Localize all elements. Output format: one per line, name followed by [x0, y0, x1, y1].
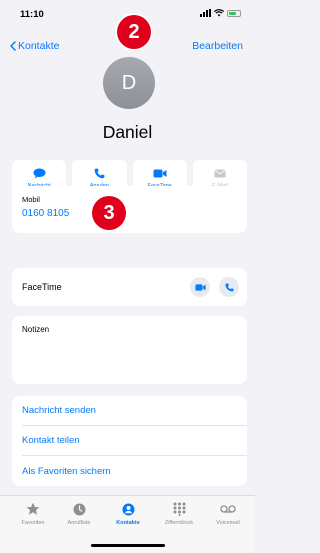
mobile-number[interactable]: 0160 8105: [22, 208, 69, 219]
notes-label: Notizen: [22, 325, 50, 334]
phone-icon: [224, 282, 234, 291]
mobile-number-card[interactable]: Mobil 0160 8105: [12, 186, 247, 233]
status-time: 11:10: [20, 9, 44, 20]
chevron-left-icon: [10, 41, 16, 51]
tab-favorites-label: Favoriten: [21, 520, 45, 526]
tab-voicemail[interactable]: Voicemail: [205, 502, 251, 526]
back-label: Kontakte: [18, 40, 60, 52]
person-icon: [120, 502, 136, 516]
facetime-audio-button[interactable]: [219, 277, 239, 297]
star-icon: [25, 502, 41, 516]
tab-recents[interactable]: Anrufliste: [56, 502, 102, 526]
facetime-video-button[interactable]: [190, 277, 210, 297]
video-icon: [194, 283, 206, 291]
contact-name: Daniel: [102, 122, 153, 142]
contact-links-card: Nachricht senden Kontakt teilen Als Favo…: [12, 396, 247, 486]
tab-contacts-label: Kontakte: [116, 520, 140, 526]
notes-card[interactable]: Notizen: [12, 316, 247, 384]
signal-icon: [200, 9, 211, 17]
facetime-card: FaceTime: [12, 268, 247, 306]
send-message-link[interactable]: Nachricht senden: [22, 396, 247, 426]
video-icon: [153, 167, 167, 179]
mail-icon: [213, 167, 227, 179]
wifi-icon: [214, 9, 224, 17]
tab-keypad[interactable]: Ziffernblock: [156, 502, 202, 526]
back-button[interactable]: Kontakte: [10, 40, 59, 52]
clock-icon: [71, 502, 87, 516]
phone-icon: [92, 167, 106, 179]
home-indicator[interactable]: [91, 544, 165, 547]
avatar: D: [103, 57, 155, 109]
annotation-badge-3: 3: [92, 196, 126, 230]
tab-favorites[interactable]: Favoriten: [10, 502, 56, 526]
voicemail-icon: [220, 502, 236, 516]
add-to-favorites-link[interactable]: Als Favoriten sichern: [22, 456, 247, 486]
avatar-initial: D: [121, 71, 137, 94]
tab-voicemail-label: Voicemail: [216, 520, 240, 526]
mobile-label: Mobil: [22, 195, 40, 204]
battery-icon: [227, 9, 241, 17]
edit-button[interactable]: Bearbeiten: [192, 40, 243, 52]
message-icon: [32, 167, 46, 179]
tab-recents-label: Anrufliste: [67, 520, 91, 526]
facetime-label: FaceTime: [22, 282, 62, 292]
status-icons: [200, 9, 241, 17]
keypad-icon: [171, 502, 187, 516]
annotation-badge-2: 2: [117, 15, 151, 49]
share-contact-link[interactable]: Kontakt teilen: [22, 426, 247, 456]
tab-keypad-label: Ziffernblock: [164, 520, 194, 526]
tab-contacts[interactable]: Kontakte: [105, 502, 151, 526]
